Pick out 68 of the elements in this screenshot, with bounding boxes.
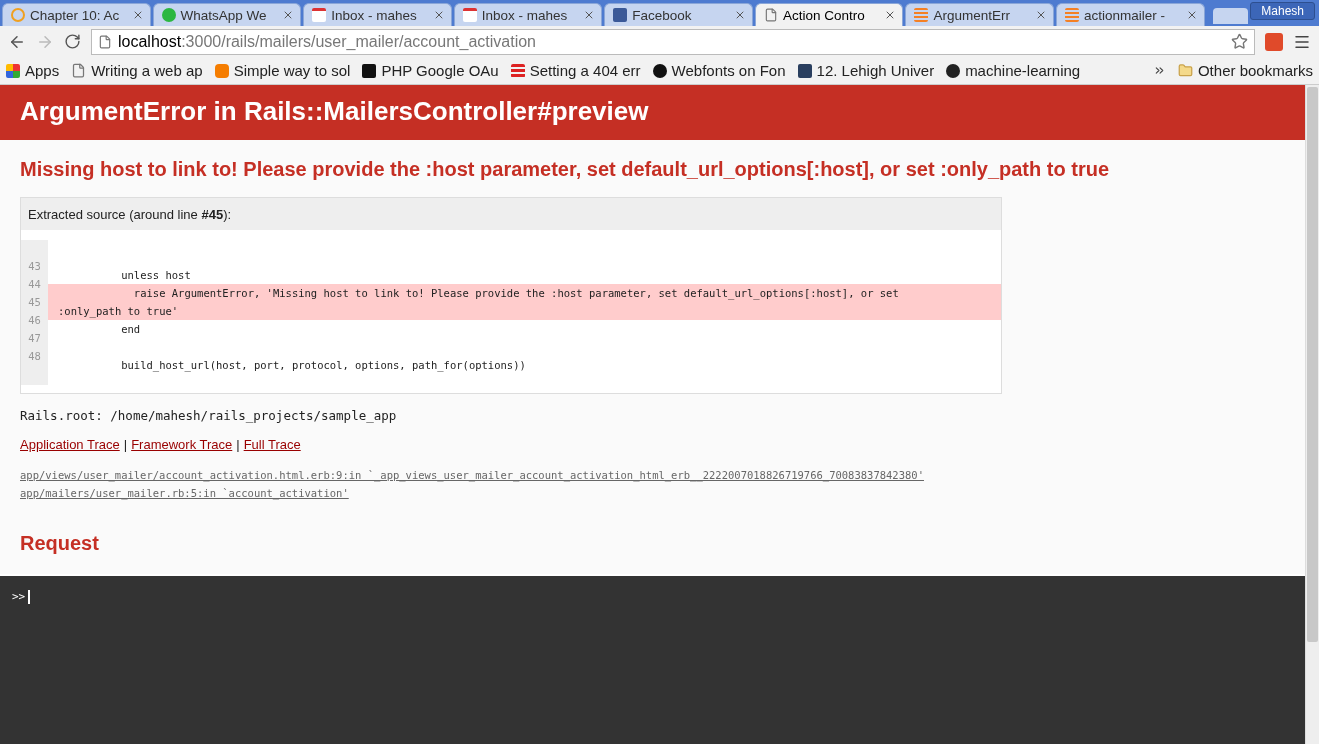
bookmark-item[interactable]: Apps [6, 62, 60, 79]
source-caption: Extracted source (around line #45): [21, 198, 1001, 230]
code-line: build_host_url(host, port, protocol, options, path_for(options)) [120, 358, 527, 374]
line-number: 47 [27, 331, 42, 346]
bookmark-item[interactable]: machine-learning [946, 62, 1081, 79]
console-prompt: >> [12, 590, 26, 603]
url-path: :3000/rails/mailers/user_mailer/account_activation [181, 32, 536, 51]
line-number: 46 [27, 313, 42, 328]
stripes-icon [510, 63, 525, 78]
error-message: Missing host to link to! Please provide the :host parameter, set default_url_options[:host], or set :only_path to true [20, 158, 1111, 181]
new-tab-button[interactable] [1212, 8, 1249, 24]
profile-button[interactable]: Mahesh [1250, 2, 1315, 20]
page-icon [98, 34, 112, 49]
browser-tab[interactable]: ArgumentErr [905, 3, 1055, 26]
address-bar[interactable]: localhost:3000/rails/mailers/user_mailer/account_activation [91, 28, 1255, 55]
separator-text: | [236, 437, 240, 452]
apps-grid-icon [6, 63, 20, 78]
chat-bubble-icon [161, 8, 176, 22]
browser-tab[interactable]: Facebook [604, 3, 753, 26]
section-heading: Request [20, 532, 100, 555]
trace-line-link[interactable]: app/mailers/user_mailer.rb:5:in `account_activation' [20, 484, 1285, 502]
browser-tab[interactable]: Inbox - mahes [303, 3, 452, 26]
octocat-icon [946, 63, 961, 78]
ring-icon [11, 8, 25, 22]
browser-tab[interactable]: Inbox - mahes [453, 3, 603, 26]
scrollbar[interactable] [1305, 85, 1319, 744]
line-number: 45 [27, 295, 42, 310]
url-host: localhost [118, 32, 182, 51]
trace-link[interactable]: Framework Trace [131, 437, 233, 452]
page-icon [71, 63, 87, 78]
square-logo-icon [797, 63, 812, 78]
reload-icon[interactable] [64, 33, 81, 50]
bookmark-item[interactable]: PHP Google OAu [362, 62, 499, 79]
folder-icon [1177, 63, 1193, 78]
trace-line-link[interactable]: app/views/user_mailer/account_activation.html.erb:9:in `_app_views_user_mailer_account_activation_html_erb__2222007018826719766_70083837842380' [20, 466, 1285, 484]
mail-icon [312, 8, 327, 22]
text-cursor [28, 590, 31, 604]
square-logo-icon [362, 63, 377, 78]
extension-icon[interactable] [1265, 32, 1283, 51]
other-bookmarks-folder[interactable]: Other bookmarks [1177, 62, 1313, 79]
line-number: 43 [27, 259, 42, 274]
stack-icon [1065, 8, 1080, 22]
trace-link[interactable]: Full Trace [243, 437, 301, 452]
rails-root-path: Rails.root: /home/mahesh/rails_projects/sample_app [20, 408, 398, 423]
page-icon [763, 8, 778, 22]
error-title: ArgumentError in Rails::MailersController#preview [0, 85, 1305, 140]
browser-tab[interactable]: actionmailer - [1056, 3, 1205, 26]
browser-tab[interactable]: Action Contro [754, 3, 904, 26]
bookmark-item[interactable]: Writing a web ap [71, 62, 203, 79]
stack-icon [914, 8, 929, 22]
browser-tab[interactable]: Chapter 10: Ac [2, 3, 151, 26]
mail-icon [462, 8, 477, 22]
scrollbar-thumb[interactable] [1307, 87, 1318, 642]
separator-text: | [123, 437, 128, 452]
trace-link[interactable]: Application Trace [20, 437, 120, 452]
bookmark-item[interactable]: 12. Lehigh Univer [797, 62, 935, 79]
blog-logo-icon [214, 63, 229, 78]
bookmark-item[interactable]: Setting a 404 err [510, 62, 641, 79]
circle-logo-icon [652, 63, 667, 78]
code-line: unless host [120, 268, 192, 283]
line-number: 44 [27, 277, 42, 292]
line-number: 48 [27, 349, 42, 364]
bookmark-item[interactable]: Webfonts on Fon [652, 62, 786, 79]
square-logo-icon [613, 8, 628, 22]
bookmark-item[interactable]: Simple way to sol [214, 62, 351, 79]
code-line: end [120, 322, 142, 337]
browser-tab[interactable]: WhatsApp We [152, 3, 302, 26]
star-icon[interactable] [1231, 33, 1248, 50]
